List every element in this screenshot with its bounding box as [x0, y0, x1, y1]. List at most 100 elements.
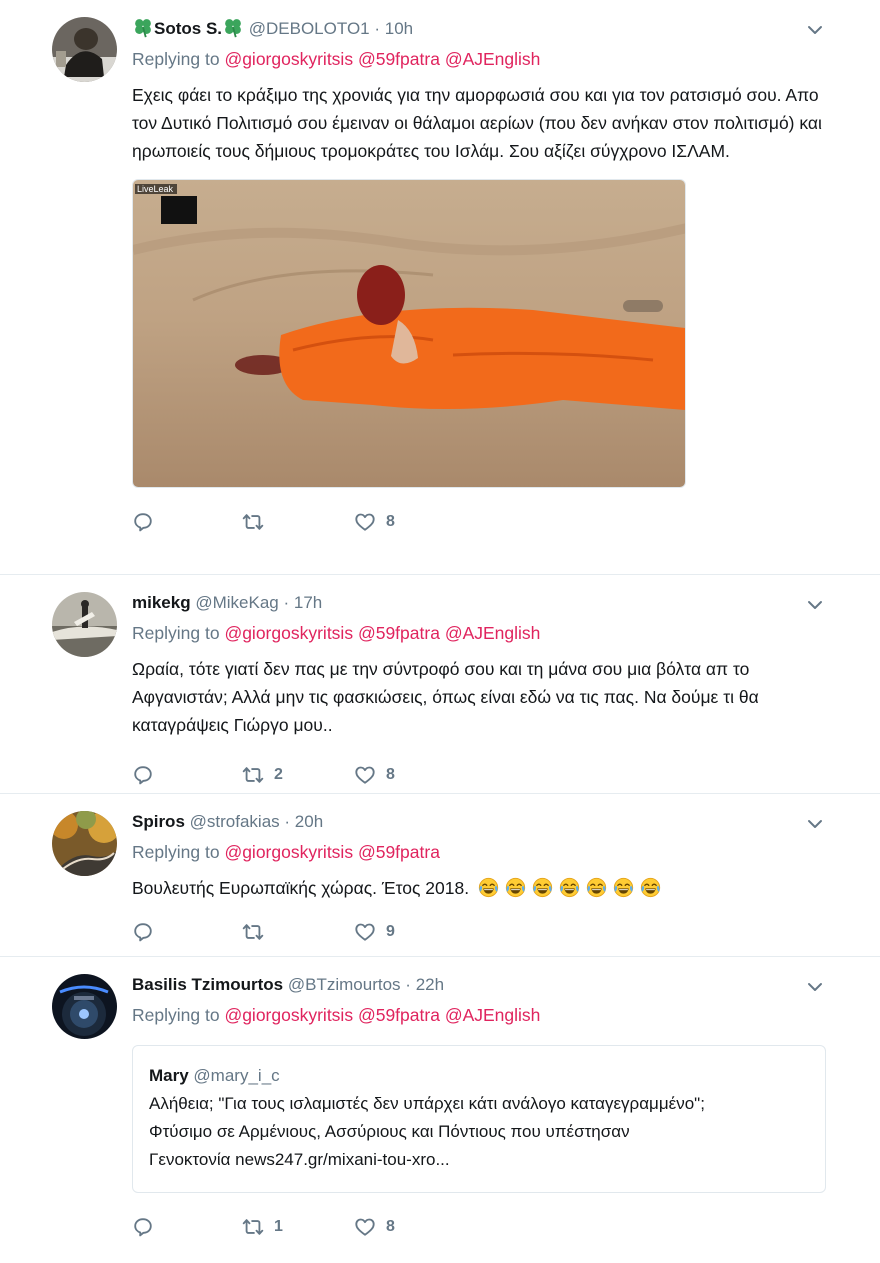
face-with-tears-of-joy-icon — [586, 877, 607, 898]
mention-link[interactable]: @AJEnglish — [445, 49, 541, 69]
clover-icon — [222, 16, 244, 38]
quoted-tweet-header: Mary @mary_i_c — [149, 1066, 809, 1086]
like-button[interactable]: 8 — [354, 764, 395, 786]
like-icon — [354, 511, 376, 533]
face-with-tears-of-joy-icon — [640, 877, 661, 898]
tweet-actions: 8 — [132, 502, 860, 542]
mention-link[interactable]: @giorgoskyritsis — [224, 49, 353, 69]
user-handle[interactable]: @MikeKag — [195, 593, 278, 612]
chevron-down-icon[interactable] — [806, 596, 824, 614]
quoted-tweet[interactable]: Mary @mary_i_c Αλήθεια; "Για τους ισλαμι… — [132, 1045, 826, 1193]
retweet-icon — [242, 764, 264, 786]
avatar[interactable] — [52, 811, 117, 876]
tweet[interactable]: Spiros @strofakias · 20h Replying to @gi… — [0, 794, 880, 957]
mention-link[interactable]: @59fpatra — [358, 842, 440, 862]
display-name[interactable]: Sotos S. — [154, 19, 222, 38]
like-icon — [354, 921, 376, 943]
like-icon — [354, 764, 376, 786]
timestamp[interactable]: 17h — [294, 593, 322, 612]
avatar[interactable] — [52, 974, 117, 1039]
tweet-header: Spiros @strofakias · 20h — [132, 810, 860, 834]
like-button[interactable]: 8 — [354, 511, 395, 533]
replying-label: Replying to — [132, 1005, 220, 1025]
tweet[interactable]: Sotos S. @DEBOLOTO1 · 10h Replying to @g… — [0, 0, 880, 575]
mention-link[interactable]: @AJEnglish — [445, 1005, 541, 1025]
tweet-header: Basilis Tzimourtos @BTzimourtos · 22h — [132, 973, 860, 997]
like-icon — [354, 1216, 376, 1238]
display-name[interactable]: mikekg — [132, 593, 191, 612]
like-count: 8 — [386, 766, 395, 783]
timestamp[interactable]: 22h — [416, 975, 444, 994]
quoted-text-line: Γενοκτονία news247.gr/mixani-tou-xro... — [149, 1150, 450, 1169]
quoted-user-handle: @mary_i_c — [193, 1066, 280, 1085]
retweet-icon — [242, 511, 264, 533]
face-with-tears-of-joy-icon — [559, 877, 580, 898]
replying-to: Replying to @giorgoskyritsis @59fpatra — [132, 840, 860, 864]
tweet-media-image[interactable]: LiveLeak — [132, 179, 686, 488]
replying-to: Replying to @giorgoskyritsis @59fpatra @… — [132, 1003, 860, 1027]
retweet-button[interactable] — [242, 511, 354, 533]
user-handle[interactable]: @strofakias — [190, 812, 280, 831]
media-watermark: LiveLeak — [137, 184, 174, 194]
reply-icon — [132, 764, 154, 786]
like-button[interactable]: 9 — [354, 921, 395, 943]
tweet[interactable]: Basilis Tzimourtos @BTzimourtos · 22h Re… — [0, 957, 880, 1263]
quoted-text-line: Αλήθεια; "Για τους ισλαμιστές δεν υπάρχε… — [149, 1094, 705, 1113]
retweet-icon — [242, 1216, 264, 1238]
face-with-tears-of-joy-icon — [532, 877, 553, 898]
like-count: 8 — [386, 513, 395, 530]
tweet-text: Ωραία, τότε γιατί δεν πας με την σύντροφ… — [132, 659, 759, 735]
reply-icon — [132, 511, 154, 533]
user-handle[interactable]: @DEBOLOTO1 — [249, 19, 370, 38]
reply-button[interactable] — [132, 921, 242, 943]
chevron-down-icon[interactable] — [806, 21, 824, 39]
chevron-down-icon[interactable] — [806, 815, 824, 833]
mention-link[interactable]: @AJEnglish — [445, 623, 541, 643]
avatar[interactable] — [52, 592, 117, 657]
retweet-button[interactable]: 1 — [242, 1216, 354, 1238]
separator-dot: · — [283, 593, 290, 612]
tweet-actions: 9 — [132, 912, 860, 952]
like-button[interactable]: 8 — [354, 1216, 395, 1238]
avatar[interactable] — [52, 17, 117, 82]
tweet-actions: 2 8 — [132, 755, 860, 795]
mention-link[interactable]: @giorgoskyritsis — [224, 623, 353, 643]
retweet-button[interactable]: 2 — [242, 764, 354, 786]
timestamp[interactable]: 10h — [385, 19, 413, 38]
tweet[interactable]: mikekg @MikeKag · 17h Replying to @giorg… — [0, 575, 880, 794]
reply-icon — [132, 921, 154, 943]
mention-link[interactable]: @59fpatra — [358, 49, 440, 69]
tweet-text-content: Βουλευτής Ευρωπαϊκής χώρας. Έτος 2018. — [132, 878, 470, 898]
quoted-tweet-text: Αλήθεια; "Για τους ισλαμιστές δεν υπάρχε… — [149, 1090, 809, 1174]
user-handle[interactable]: @BTzimourtos — [288, 975, 401, 994]
separator-dot: · — [284, 812, 291, 831]
like-count: 8 — [386, 1218, 395, 1235]
display-name[interactable]: Spiros — [132, 812, 185, 831]
retweet-button[interactable] — [242, 921, 354, 943]
separator-dot: · — [405, 975, 411, 994]
replying-label: Replying to — [132, 49, 220, 69]
replying-to: Replying to @giorgoskyritsis @59fpatra @… — [132, 47, 860, 71]
display-name[interactable]: Basilis Tzimourtos — [132, 975, 283, 994]
mention-link[interactable]: @giorgoskyritsis — [224, 842, 353, 862]
like-count: 9 — [386, 923, 395, 940]
mention-link[interactable]: @59fpatra — [358, 623, 440, 643]
replying-label: Replying to — [132, 623, 220, 643]
mention-link[interactable]: @59fpatra — [358, 1005, 440, 1025]
replying-to: Replying to @giorgoskyritsis @59fpatra @… — [132, 621, 860, 645]
reply-button[interactable] — [132, 511, 242, 533]
tweet-actions: 1 8 — [132, 1207, 860, 1247]
timestamp[interactable]: 20h — [295, 812, 323, 831]
quoted-text-line: Φτύσιμο σε Αρμένιους, Ασσύριους και Πόντ… — [149, 1122, 630, 1141]
retweet-count: 1 — [274, 1218, 283, 1235]
chevron-down-icon[interactable] — [806, 978, 824, 996]
reply-button[interactable] — [132, 764, 242, 786]
separator-dot: · — [374, 19, 381, 38]
mention-link[interactable]: @giorgoskyritsis — [224, 1005, 353, 1025]
reply-icon — [132, 1216, 154, 1238]
tweet-text: Εχεις φάει το κράξιμο της χρονιάς για τη… — [132, 85, 822, 161]
retweet-icon — [242, 921, 264, 943]
clover-icon — [132, 16, 154, 38]
reply-button[interactable] — [132, 1216, 242, 1238]
tweet-text: Βουλευτής Ευρωπαϊκής χώρας. Έτος 2018. — [132, 874, 837, 902]
